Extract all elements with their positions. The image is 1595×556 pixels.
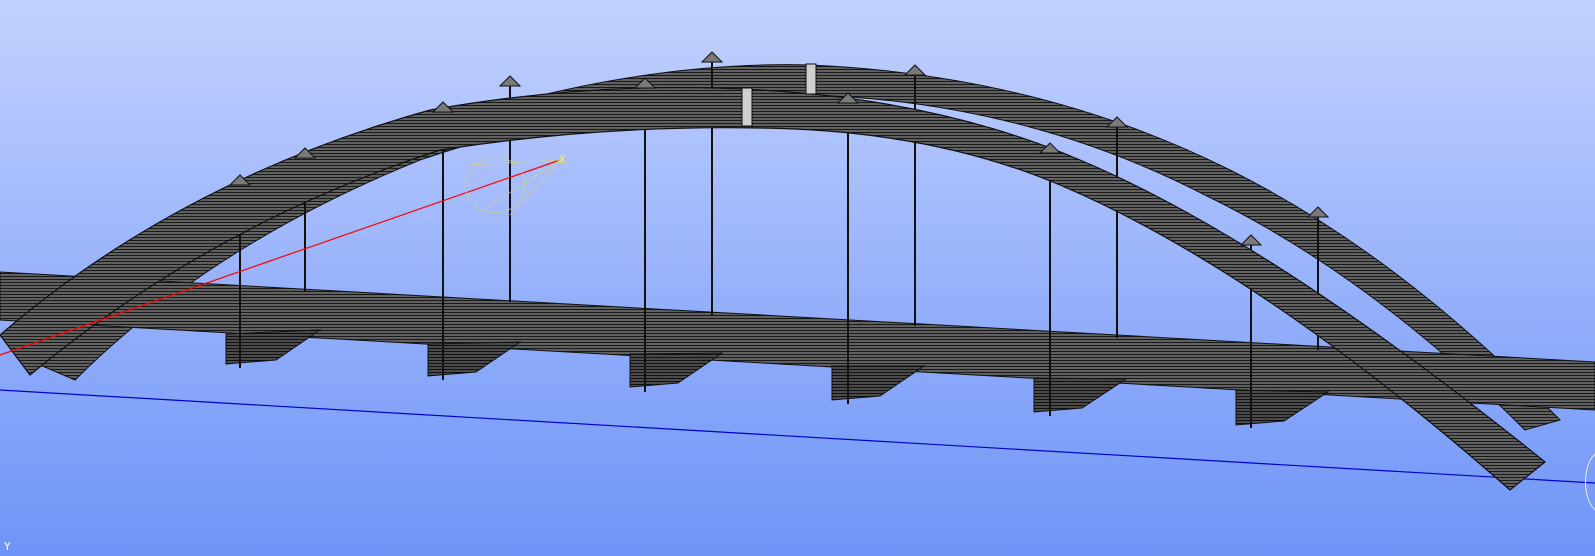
x-axis-label: X [559,153,566,166]
3d-viewport[interactable]: X Y [0,0,1595,556]
view-cone [464,156,561,216]
anchor [903,64,927,76]
crossbeam[interactable] [629,352,724,388]
bridge-scene [0,51,1595,491]
crossbeam[interactable] [1235,389,1330,426]
arch-joint-plate [805,63,817,95]
anchor [700,51,724,63]
global-z-axis-line [0,389,1595,484]
arch-joint-plate [741,87,753,127]
anchor [498,75,522,87]
anchor [1239,234,1263,246]
y-axis-label: Y [4,540,11,553]
anchor [1306,206,1330,218]
crossbeam[interactable] [831,365,926,401]
crossbeam[interactable] [427,341,522,377]
crossbeam[interactable] [1033,377,1128,413]
